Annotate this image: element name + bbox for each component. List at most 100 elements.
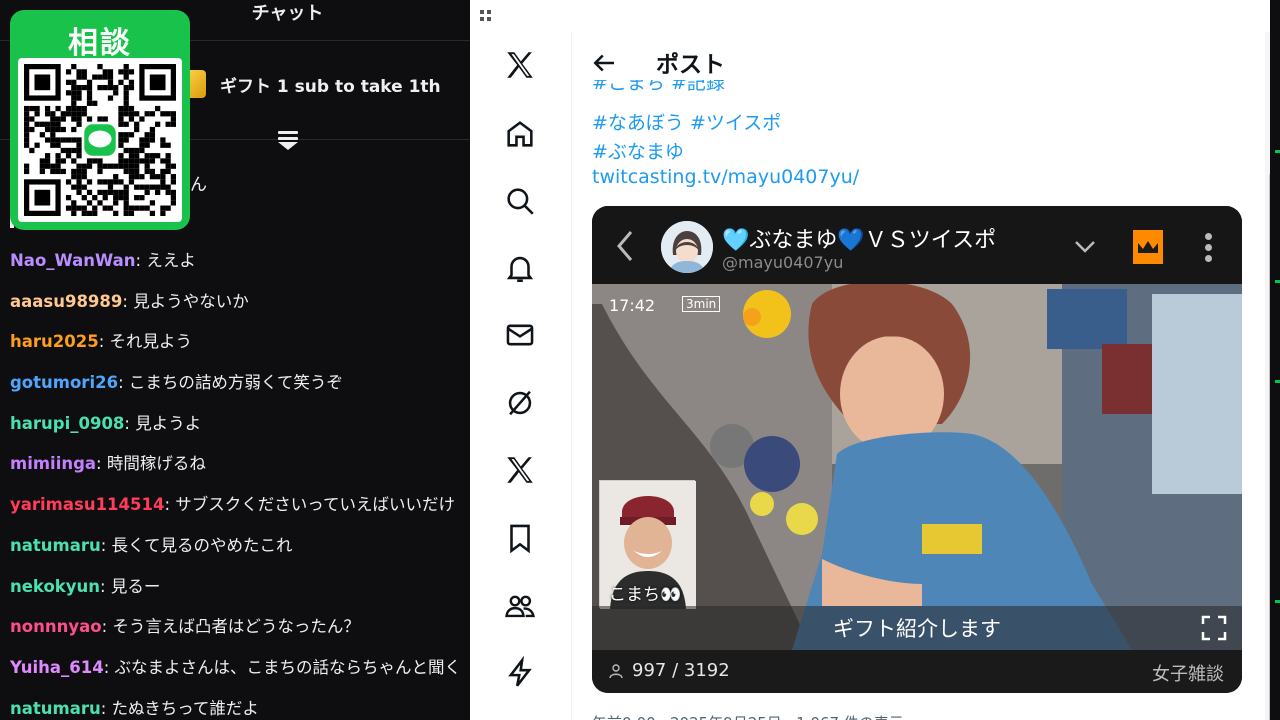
post-link[interactable]: twitcasting.tv/mayu0407yu/ — [592, 166, 859, 188]
chat-colon: : — [103, 657, 115, 677]
chat-text: 長くて見るのやめたこれ — [111, 535, 293, 555]
chat-colon: : — [135, 251, 147, 270]
chat-colon: : — [100, 698, 112, 718]
chat-message: mimiinga: 時間稼げるね — [10, 451, 470, 492]
fullscreen-icon[interactable] — [1201, 615, 1227, 641]
video-time: 17:42 — [609, 296, 656, 315]
chat-text: 見ようやないか — [133, 291, 249, 311]
communities-icon[interactable] — [503, 589, 537, 623]
apps-grid-icon[interactable] — [480, 10, 492, 22]
video-caption: ギフト紹介します — [833, 617, 1001, 641]
chat-message: natumaru: たぬきちって誰だよ — [10, 696, 470, 720]
line-qr-card: 相談 — [10, 10, 190, 230]
chat-colon: : — [164, 495, 176, 515]
caption-bar: ギフト紹介します — [592, 606, 1242, 650]
chat-message: natumaru: 長くて見るのやめたこれ — [10, 533, 470, 574]
chat-username[interactable]: mimiinga — [10, 454, 96, 473]
browser-window: ポスト #こまち #記録 #なあぼう #ツイスポ #ぶなまゆ twitcasti… — [470, 0, 1280, 720]
chat-text: ええよ — [146, 251, 196, 270]
chat-text: それ見よう — [109, 332, 193, 352]
chat-username[interactable]: harupi_0908 — [10, 414, 124, 433]
chat-message: Nao_WanWan: ええよ — [10, 248, 470, 289]
post-main-column: ポスト #こまち #記録 #なあぼう #ツイスポ #ぶなまゆ twitcasti… — [573, 32, 1253, 720]
post-title: ポスト — [656, 52, 725, 78]
chat-message: aaasu98989: 見ようやないか — [10, 289, 470, 330]
chat-username[interactable]: gotumori26 — [10, 373, 118, 392]
search-icon[interactable] — [503, 184, 537, 218]
browser-topbar — [470, 0, 1270, 32]
hashtag-line[interactable]: #ぶなまゆ — [592, 137, 684, 164]
crown-badge-icon[interactable] — [1133, 230, 1163, 264]
chat-text: ぶなまよさんは、こまちの話ならちゃんと聞く — [114, 657, 462, 677]
avatar-illustration — [661, 221, 713, 273]
chat-text: 見るー — [110, 576, 161, 596]
grok-icon[interactable] — [503, 386, 537, 420]
edge-marker — [1275, 280, 1280, 283]
video-duration-badge: 3min — [682, 296, 721, 312]
chat-text: こまちの詰め方弱くて笑うぞ — [128, 373, 343, 393]
chat-message: Yuiha_614: ぶなまよさんは、こまちの話ならちゃんと聞く — [10, 655, 470, 696]
chat-message-list: Nao_WanWan: ええよ aaasu98989: 見ようやないか haru20… — [10, 248, 470, 720]
chat-panel: チャット ギフト 1 sub to take 1th ん Nao_WanWan:… — [0, 0, 470, 720]
chat-message: harupi_0908: 見ようよ — [10, 411, 470, 452]
video-frame[interactable]: 17:42 3min こまち👀 ギフト紹介します — [592, 284, 1242, 650]
chat-username[interactable]: Yuiha_614 — [10, 658, 104, 677]
chat-colon: : — [118, 373, 129, 393]
chat-username[interactable]: natumaru — [10, 536, 101, 555]
qr-card-title: 相談 — [68, 26, 132, 61]
gift-banner-text: ギフト 1 sub to take 1th — [220, 76, 441, 97]
chat-message: yarimasu114514: サブスクくださいっていえばいいだけ — [10, 492, 470, 533]
chat-text: サブスクくださいっていえばいいだけ — [175, 495, 455, 515]
hashtag-partial-text: #こまち #記録 — [592, 80, 725, 94]
chat-username[interactable]: nonnnyao — [10, 617, 102, 636]
edge-marker — [1275, 600, 1280, 603]
embedded-video-card[interactable]: 🩵ぶなまゆ💙ＶＳツイスポ @mayu0407yu 17:42 3min こまち👀… — [592, 206, 1242, 693]
chat-colon: : — [101, 617, 113, 637]
bookmark-icon[interactable] — [503, 521, 537, 555]
chat-text: たぬきちって誰だよ — [111, 698, 259, 718]
chat-message: nonnnyao: そう言えば凸者はどうなったん？ — [10, 614, 470, 655]
hashtag-line-partial[interactable]: #こまち #記録 — [592, 80, 725, 100]
edge-marker — [1275, 150, 1280, 153]
chat-colon: : — [122, 291, 134, 311]
bell-icon[interactable] — [503, 251, 537, 285]
viewer-person-icon — [609, 664, 623, 679]
chevron-down-icon[interactable] — [1074, 240, 1096, 254]
chat-username[interactable]: aaasu98989 — [10, 292, 122, 311]
stream-title: 🩵ぶなまゆ💙ＶＳツイスポ — [722, 228, 997, 253]
chat-username[interactable]: Nao_WanWan — [10, 251, 136, 270]
x-premium-icon[interactable] — [503, 453, 537, 487]
chat-username[interactable]: haru2025 — [10, 332, 99, 351]
stream-handle: @mayu0407yu — [722, 253, 844, 272]
chat-colon: : — [96, 454, 107, 474]
streamer-avatar[interactable] — [661, 221, 713, 273]
chat-colon: : — [124, 413, 136, 433]
chevron-left-icon[interactable] — [610, 228, 640, 264]
viewer-count: 997 / 3192 — [632, 660, 730, 681]
chat-header-title: チャット — [251, 3, 324, 24]
lightning-icon[interactable] — [503, 656, 537, 690]
mail-icon[interactable] — [503, 318, 537, 352]
qr-code-pattern — [24, 64, 176, 216]
post-meta-partial: 午前0:00 · 2025年9月25日 · 1,067 件の表示 — [592, 712, 904, 720]
more-vertical-icon[interactable] — [1201, 232, 1215, 264]
home-icon[interactable] — [503, 117, 537, 151]
x-sidebar-nav — [470, 32, 572, 720]
video-card-footer: 997 / 3192 女子雑談 — [592, 650, 1242, 693]
back-arrow-icon[interactable] — [589, 48, 619, 78]
gift-banner[interactable]: ギフト 1 sub to take 1th — [180, 64, 441, 104]
x-logo-icon[interactable] — [503, 48, 537, 82]
inset-name-label: こまち👀 — [609, 585, 682, 605]
right-edge-strip — [1270, 0, 1280, 720]
hashtag-line[interactable]: #なあぼう #ツイスポ — [592, 108, 781, 135]
chat-colon: : — [100, 576, 111, 596]
edge-marker — [1275, 380, 1280, 383]
chat-text: 見ようよ — [135, 413, 202, 433]
collapse-pins-icon[interactable] — [276, 128, 300, 150]
chat-username[interactable]: natumaru — [10, 699, 101, 718]
chat-username[interactable]: nekokyun — [10, 577, 100, 596]
chat-message: nekokyun: 見るー — [10, 574, 470, 615]
qr-code[interactable] — [18, 58, 182, 222]
stream-category[interactable]: 女子雑談 — [1152, 660, 1224, 686]
chat-username[interactable]: yarimasu114514 — [10, 495, 164, 514]
